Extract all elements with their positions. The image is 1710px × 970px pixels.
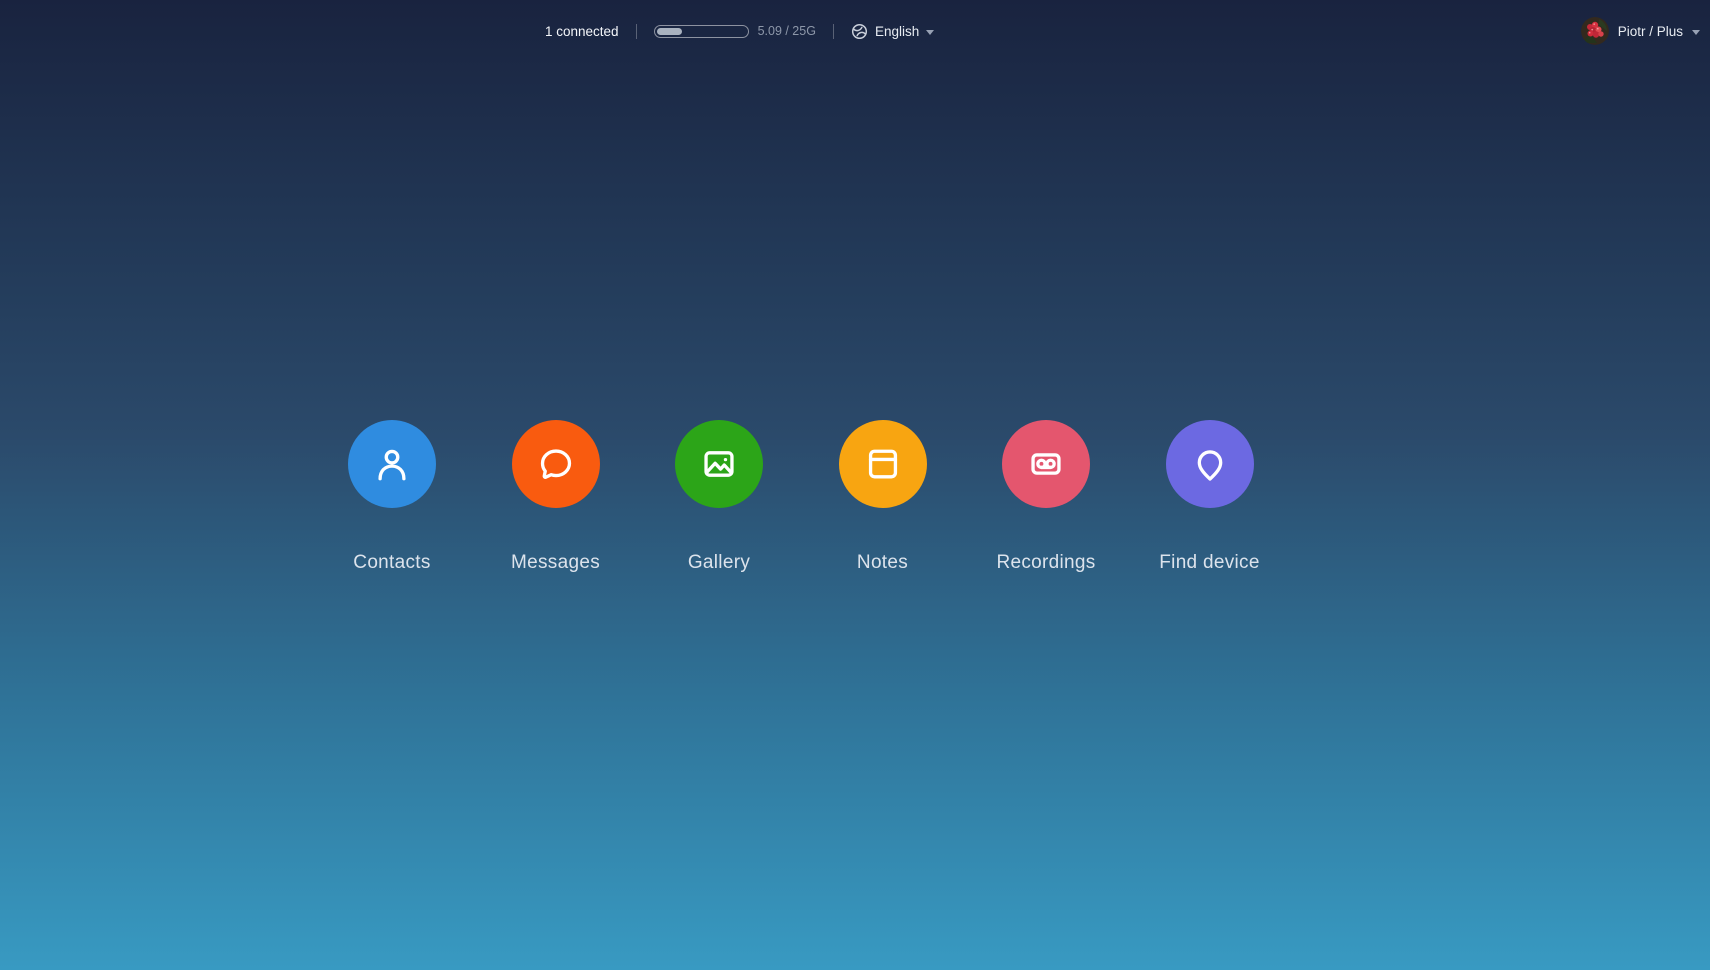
top-bar: 1 connected 5.09 / 25G English [0,0,1710,62]
contacts-icon [348,420,436,508]
app-notes[interactable]: Notes [839,420,927,574]
find-device-icon [1166,420,1254,508]
app-recordings[interactable]: Recordings [1002,420,1090,574]
divider [833,24,834,39]
chevron-down-icon [926,30,934,35]
avatar [1581,17,1609,45]
divider [636,24,637,39]
app-label: Recordings [996,552,1095,574]
app-label: Messages [511,552,600,574]
recordings-icon [1002,420,1090,508]
user-name: Piotr / Plus [1618,24,1683,39]
language-selector[interactable]: English [851,23,934,40]
account-menu[interactable]: Piotr / Plus [1581,0,1700,62]
connected-status: 1 connected [545,24,619,39]
app-label: Notes [857,552,908,574]
globe-icon [851,23,868,40]
app-messages[interactable]: Messages [512,420,600,574]
gallery-icon [675,420,763,508]
app-label: Gallery [688,552,750,574]
app-find-device[interactable]: Find device [1166,420,1254,574]
storage-progress-bar[interactable] [654,25,749,38]
app-grid: Contacts Messages Gallery [348,420,1254,574]
messages-icon [512,420,600,508]
chevron-down-icon [1692,30,1700,35]
status-group: 1 connected 5.09 / 25G English [545,0,934,62]
storage-usage-text: 5.09 / 25G [758,24,816,38]
notes-icon [839,420,927,508]
app-contacts[interactable]: Contacts [348,420,436,574]
app-gallery[interactable]: Gallery [675,420,763,574]
app-label: Contacts [353,552,430,574]
app-label: Find device [1159,552,1259,574]
storage-progress-fill [657,28,682,35]
cloud-home-page: 1 connected 5.09 / 25G English [0,0,1710,970]
language-label: English [875,24,919,39]
